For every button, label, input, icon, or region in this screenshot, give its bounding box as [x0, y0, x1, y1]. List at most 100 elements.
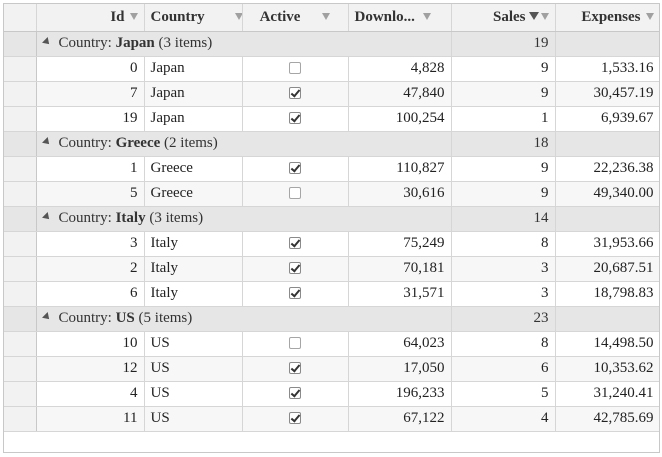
row-header-corner[interactable] — [4, 4, 37, 32]
row-header[interactable] — [4, 356, 37, 382]
table-row[interactable]: 3 Italy 75,249 8 31,953.66 — [4, 231, 659, 257]
checkbox-icon[interactable] — [289, 186, 301, 199]
row-header[interactable] — [4, 56, 37, 82]
cell-country[interactable]: Japan — [144, 56, 243, 82]
cell-expenses[interactable]: 10,353.62 — [555, 356, 659, 382]
cell-sales[interactable]: 4 — [451, 406, 556, 432]
checkbox-icon[interactable] — [289, 161, 301, 174]
cell-country[interactable]: US — [144, 381, 243, 407]
cell-id[interactable]: 0 — [36, 56, 145, 82]
cell-id[interactable]: 7 — [36, 81, 145, 107]
cell-downloads[interactable]: 196,233 — [348, 381, 452, 407]
cell-country[interactable]: US — [144, 331, 243, 357]
row-header[interactable] — [4, 156, 37, 182]
cell-active[interactable] — [242, 356, 349, 382]
table-row[interactable]: 10 US 64,023 8 14,498.50 — [4, 331, 659, 357]
group-header-label[interactable]: Country: US (5 items) — [36, 306, 452, 332]
cell-country[interactable]: Greece — [144, 156, 243, 182]
cell-active[interactable] — [242, 231, 349, 257]
cell-downloads[interactable]: 64,023 — [348, 331, 452, 357]
cell-downloads[interactable]: 75,249 — [348, 231, 452, 257]
row-header[interactable] — [4, 281, 37, 307]
group-header-label[interactable]: Country: Greece (2 items) — [36, 131, 452, 157]
cell-country[interactable]: Greece — [144, 181, 243, 207]
cell-id[interactable]: 1 — [36, 156, 145, 182]
filter-icon[interactable] — [422, 12, 431, 20]
row-header[interactable] — [4, 306, 37, 332]
cell-downloads[interactable]: 100,254 — [348, 106, 452, 132]
group-header-row[interactable]: Country: US (5 items) 23 — [4, 306, 659, 332]
row-header[interactable] — [4, 181, 37, 207]
collapse-group-icon[interactable] — [41, 212, 52, 222]
row-header[interactable] — [4, 256, 37, 282]
cell-expenses[interactable]: 20,687.51 — [555, 256, 659, 282]
cell-expenses[interactable]: 18,798.83 — [555, 281, 659, 307]
filter-icon[interactable] — [234, 12, 241, 20]
cell-country[interactable]: US — [144, 356, 243, 382]
checkbox-icon[interactable] — [289, 361, 301, 374]
cell-sales[interactable]: 9 — [451, 81, 556, 107]
group-header-row[interactable]: Country: Greece (2 items) 18 — [4, 131, 659, 157]
cell-id[interactable]: 10 — [36, 331, 145, 357]
cell-country[interactable]: Japan — [144, 81, 243, 107]
row-header[interactable] — [4, 106, 37, 132]
checkbox-icon[interactable] — [289, 61, 301, 74]
filter-icon[interactable] — [645, 12, 654, 20]
cell-id[interactable]: 6 — [36, 281, 145, 307]
cell-id[interactable]: 4 — [36, 381, 145, 407]
cell-downloads[interactable]: 31,571 — [348, 281, 452, 307]
checkbox-icon[interactable] — [289, 386, 301, 399]
cell-country[interactable]: Italy — [144, 231, 243, 257]
cell-sales[interactable]: 9 — [451, 156, 556, 182]
cell-expenses[interactable]: 6,939.67 — [555, 106, 659, 132]
checkbox-icon[interactable] — [289, 336, 301, 349]
cell-active[interactable] — [242, 256, 349, 282]
checkbox-icon[interactable] — [289, 236, 301, 249]
checkbox-icon[interactable] — [289, 261, 301, 274]
cell-id[interactable]: 19 — [36, 106, 145, 132]
group-header-label[interactable]: Country: Italy (3 items) — [36, 206, 452, 232]
cell-downloads[interactable]: 17,050 — [348, 356, 452, 382]
table-row[interactable]: 7 Japan 47,840 9 30,457.19 — [4, 81, 659, 107]
table-row[interactable]: 19 Japan 100,254 1 6,939.67 — [4, 106, 659, 132]
table-row[interactable]: 4 US 196,233 5 31,240.41 — [4, 381, 659, 407]
column-header-country[interactable]: Country — [144, 4, 243, 32]
cell-country[interactable]: Japan — [144, 106, 243, 132]
cell-sales[interactable]: 1 — [451, 106, 556, 132]
cell-active[interactable] — [242, 281, 349, 307]
row-header[interactable] — [4, 81, 37, 107]
cell-expenses[interactable]: 49,340.00 — [555, 181, 659, 207]
table-row[interactable]: 2 Italy 70,181 3 20,687.51 — [4, 256, 659, 282]
cell-active[interactable] — [242, 106, 349, 132]
cell-expenses[interactable]: 1,533.16 — [555, 56, 659, 82]
row-header[interactable] — [4, 331, 37, 357]
cell-active[interactable] — [242, 381, 349, 407]
group-header-row[interactable]: Country: Italy (3 items) 14 — [4, 206, 659, 232]
cell-sales[interactable]: 8 — [451, 331, 556, 357]
table-row[interactable]: 5 Greece 30,616 9 49,340.00 — [4, 181, 659, 207]
column-header-expenses[interactable]: Expenses — [555, 4, 659, 32]
collapse-group-icon[interactable] — [41, 37, 52, 47]
cell-country[interactable]: Italy — [144, 281, 243, 307]
cell-active[interactable] — [242, 331, 349, 357]
row-header[interactable] — [4, 206, 37, 232]
cell-sales[interactable]: 5 — [451, 381, 556, 407]
cell-active[interactable] — [242, 406, 349, 432]
filter-icon[interactable] — [540, 12, 549, 20]
row-header[interactable] — [4, 381, 37, 407]
cell-sales[interactable]: 9 — [451, 181, 556, 207]
cell-downloads[interactable]: 110,827 — [348, 156, 452, 182]
cell-active[interactable] — [242, 81, 349, 107]
cell-expenses[interactable]: 30,457.19 — [555, 81, 659, 107]
column-header-downloads[interactable]: Downlo... — [348, 4, 452, 32]
cell-active[interactable] — [242, 156, 349, 182]
table-row[interactable]: 11 US 67,122 4 42,785.69 — [4, 406, 659, 432]
cell-downloads[interactable]: 70,181 — [348, 256, 452, 282]
cell-expenses[interactable]: 31,240.41 — [555, 381, 659, 407]
cell-sales[interactable]: 3 — [451, 281, 556, 307]
collapse-group-icon[interactable] — [41, 137, 52, 147]
cell-expenses[interactable]: 31,953.66 — [555, 231, 659, 257]
cell-country[interactable]: Italy — [144, 256, 243, 282]
cell-expenses[interactable]: 22,236.38 — [555, 156, 659, 182]
table-row[interactable]: 1 Greece 110,827 9 22,236.38 — [4, 156, 659, 182]
